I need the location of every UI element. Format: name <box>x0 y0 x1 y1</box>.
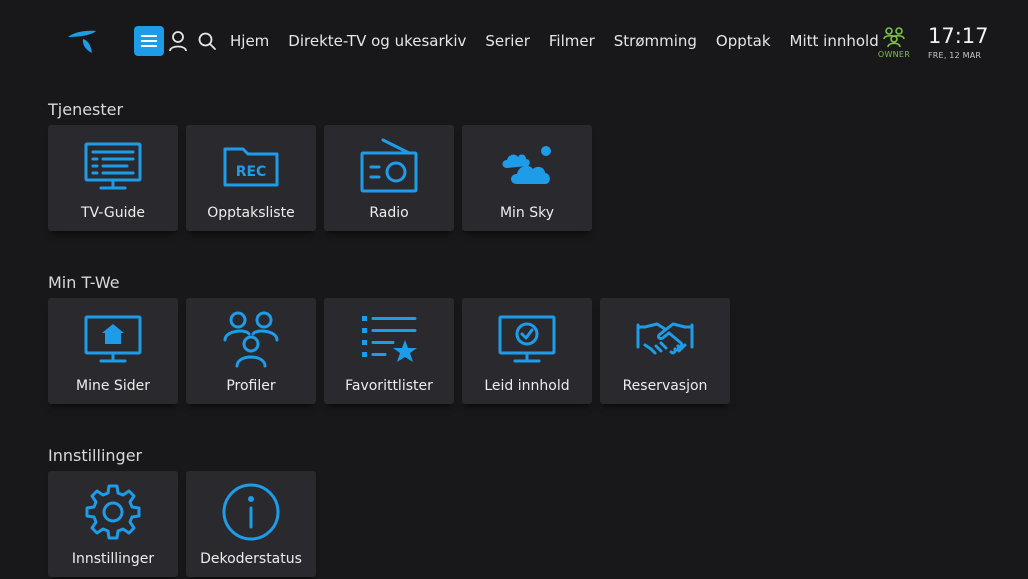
cloud-icon <box>462 135 592 197</box>
telenor-logo-icon[interactable] <box>66 28 98 56</box>
tile-innstillinger[interactable]: Innstillinger <box>48 471 178 577</box>
section-title: Innstillinger <box>48 446 143 465</box>
tile-row: TV-Guide REC Opptaksliste Radio Min Sky <box>48 125 600 231</box>
section-title: Min T-We <box>48 273 120 292</box>
tile-mine-sider[interactable]: Mine Sider <box>48 298 178 404</box>
tile-label: Leid innhold <box>484 378 570 394</box>
main-nav: Hjem Direkte-TV og ukesarkiv Serier Film… <box>230 26 898 56</box>
tile-label: Favorittlister <box>345 378 433 394</box>
tile-tv-guide[interactable]: TV-Guide <box>48 125 178 231</box>
handshake-icon <box>600 308 730 370</box>
tile-radio[interactable]: Radio <box>324 125 454 231</box>
hamburger-icon <box>141 35 157 47</box>
nav-item-opptak[interactable]: Opptak <box>716 32 771 50</box>
search-icon <box>198 32 216 50</box>
section-min-t-we: Min T-We Mine Sider Profiler Favorittlis… <box>48 272 738 404</box>
nav-item-mitt-innhold[interactable]: Mitt innhold <box>790 32 879 50</box>
info-icon <box>186 481 316 543</box>
user-icon <box>169 31 187 52</box>
clock-time: 17:17 <box>928 24 989 48</box>
tile-row: Innstillinger Dekoderstatus <box>48 471 324 577</box>
owner-profile[interactable]: OWNER <box>874 26 914 59</box>
tile-label: Mine Sider <box>76 378 150 394</box>
rented-check-icon <box>462 308 592 370</box>
home-screen-icon <box>48 308 178 370</box>
nav-item-direkte-tv[interactable]: Direkte-TV og ukesarkiv <box>288 32 466 50</box>
svg-text:REC: REC <box>236 164 267 180</box>
clock: 17:17 FRE, 12 MAR <box>928 24 998 60</box>
tile-label: Opptaksliste <box>207 205 295 221</box>
nav-item-hjem[interactable]: Hjem <box>230 32 269 50</box>
profiles-icon <box>186 308 316 370</box>
tile-dekoderstatus[interactable]: Dekoderstatus <box>186 471 316 577</box>
profile-button[interactable] <box>165 28 191 54</box>
section-title: Tjenester <box>48 100 124 119</box>
nav-item-filmer[interactable]: Filmer <box>549 32 595 50</box>
tile-leid-innhold[interactable]: Leid innhold <box>462 298 592 404</box>
tile-profiler[interactable]: Profiler <box>186 298 316 404</box>
tv-guide-icon <box>48 135 178 197</box>
radio-icon <box>324 135 454 197</box>
tile-label: Reservasjon <box>622 378 708 394</box>
tile-label: Radio <box>369 205 409 221</box>
tile-label: Profiler <box>226 378 276 394</box>
owner-group-icon <box>883 27 905 48</box>
tile-label: Min Sky <box>499 205 555 221</box>
top-bar: Hjem Direkte-TV og ukesarkiv Serier Film… <box>0 0 1028 80</box>
gear-icon <box>48 481 178 543</box>
search-button[interactable] <box>194 28 220 54</box>
favorite-list-icon <box>324 308 454 370</box>
tile-reservasjon[interactable]: Reservasjon <box>600 298 730 404</box>
nav-item-stromming[interactable]: Strømming <box>614 32 697 50</box>
tile-min-sky[interactable]: Min Sky <box>462 125 592 231</box>
tile-row: Mine Sider Profiler Favorittlister Leid … <box>48 298 738 404</box>
clock-date: FRE, 12 MAR <box>928 51 982 60</box>
menu-button[interactable] <box>134 26 164 56</box>
tile-favorittlister[interactable]: Favorittlister <box>324 298 454 404</box>
page: Hjem Direkte-TV og ukesarkiv Serier Film… <box>0 0 1028 579</box>
section-innstillinger: Innstillinger Innstillinger Dekoderstatu… <box>48 445 324 577</box>
tile-opptaksliste[interactable]: REC Opptaksliste <box>186 125 316 231</box>
nav-item-serier[interactable]: Serier <box>485 32 529 50</box>
tile-label: TV-Guide <box>81 205 145 221</box>
tile-label: Innstillinger <box>71 551 155 567</box>
section-tjenester: Tjenester TV-Guide REC Opptaksliste Radi… <box>48 99 600 231</box>
owner-label: OWNER <box>877 50 911 59</box>
rec-folder-icon: REC <box>186 135 316 197</box>
tile-label: Dekoderstatus <box>200 551 302 567</box>
